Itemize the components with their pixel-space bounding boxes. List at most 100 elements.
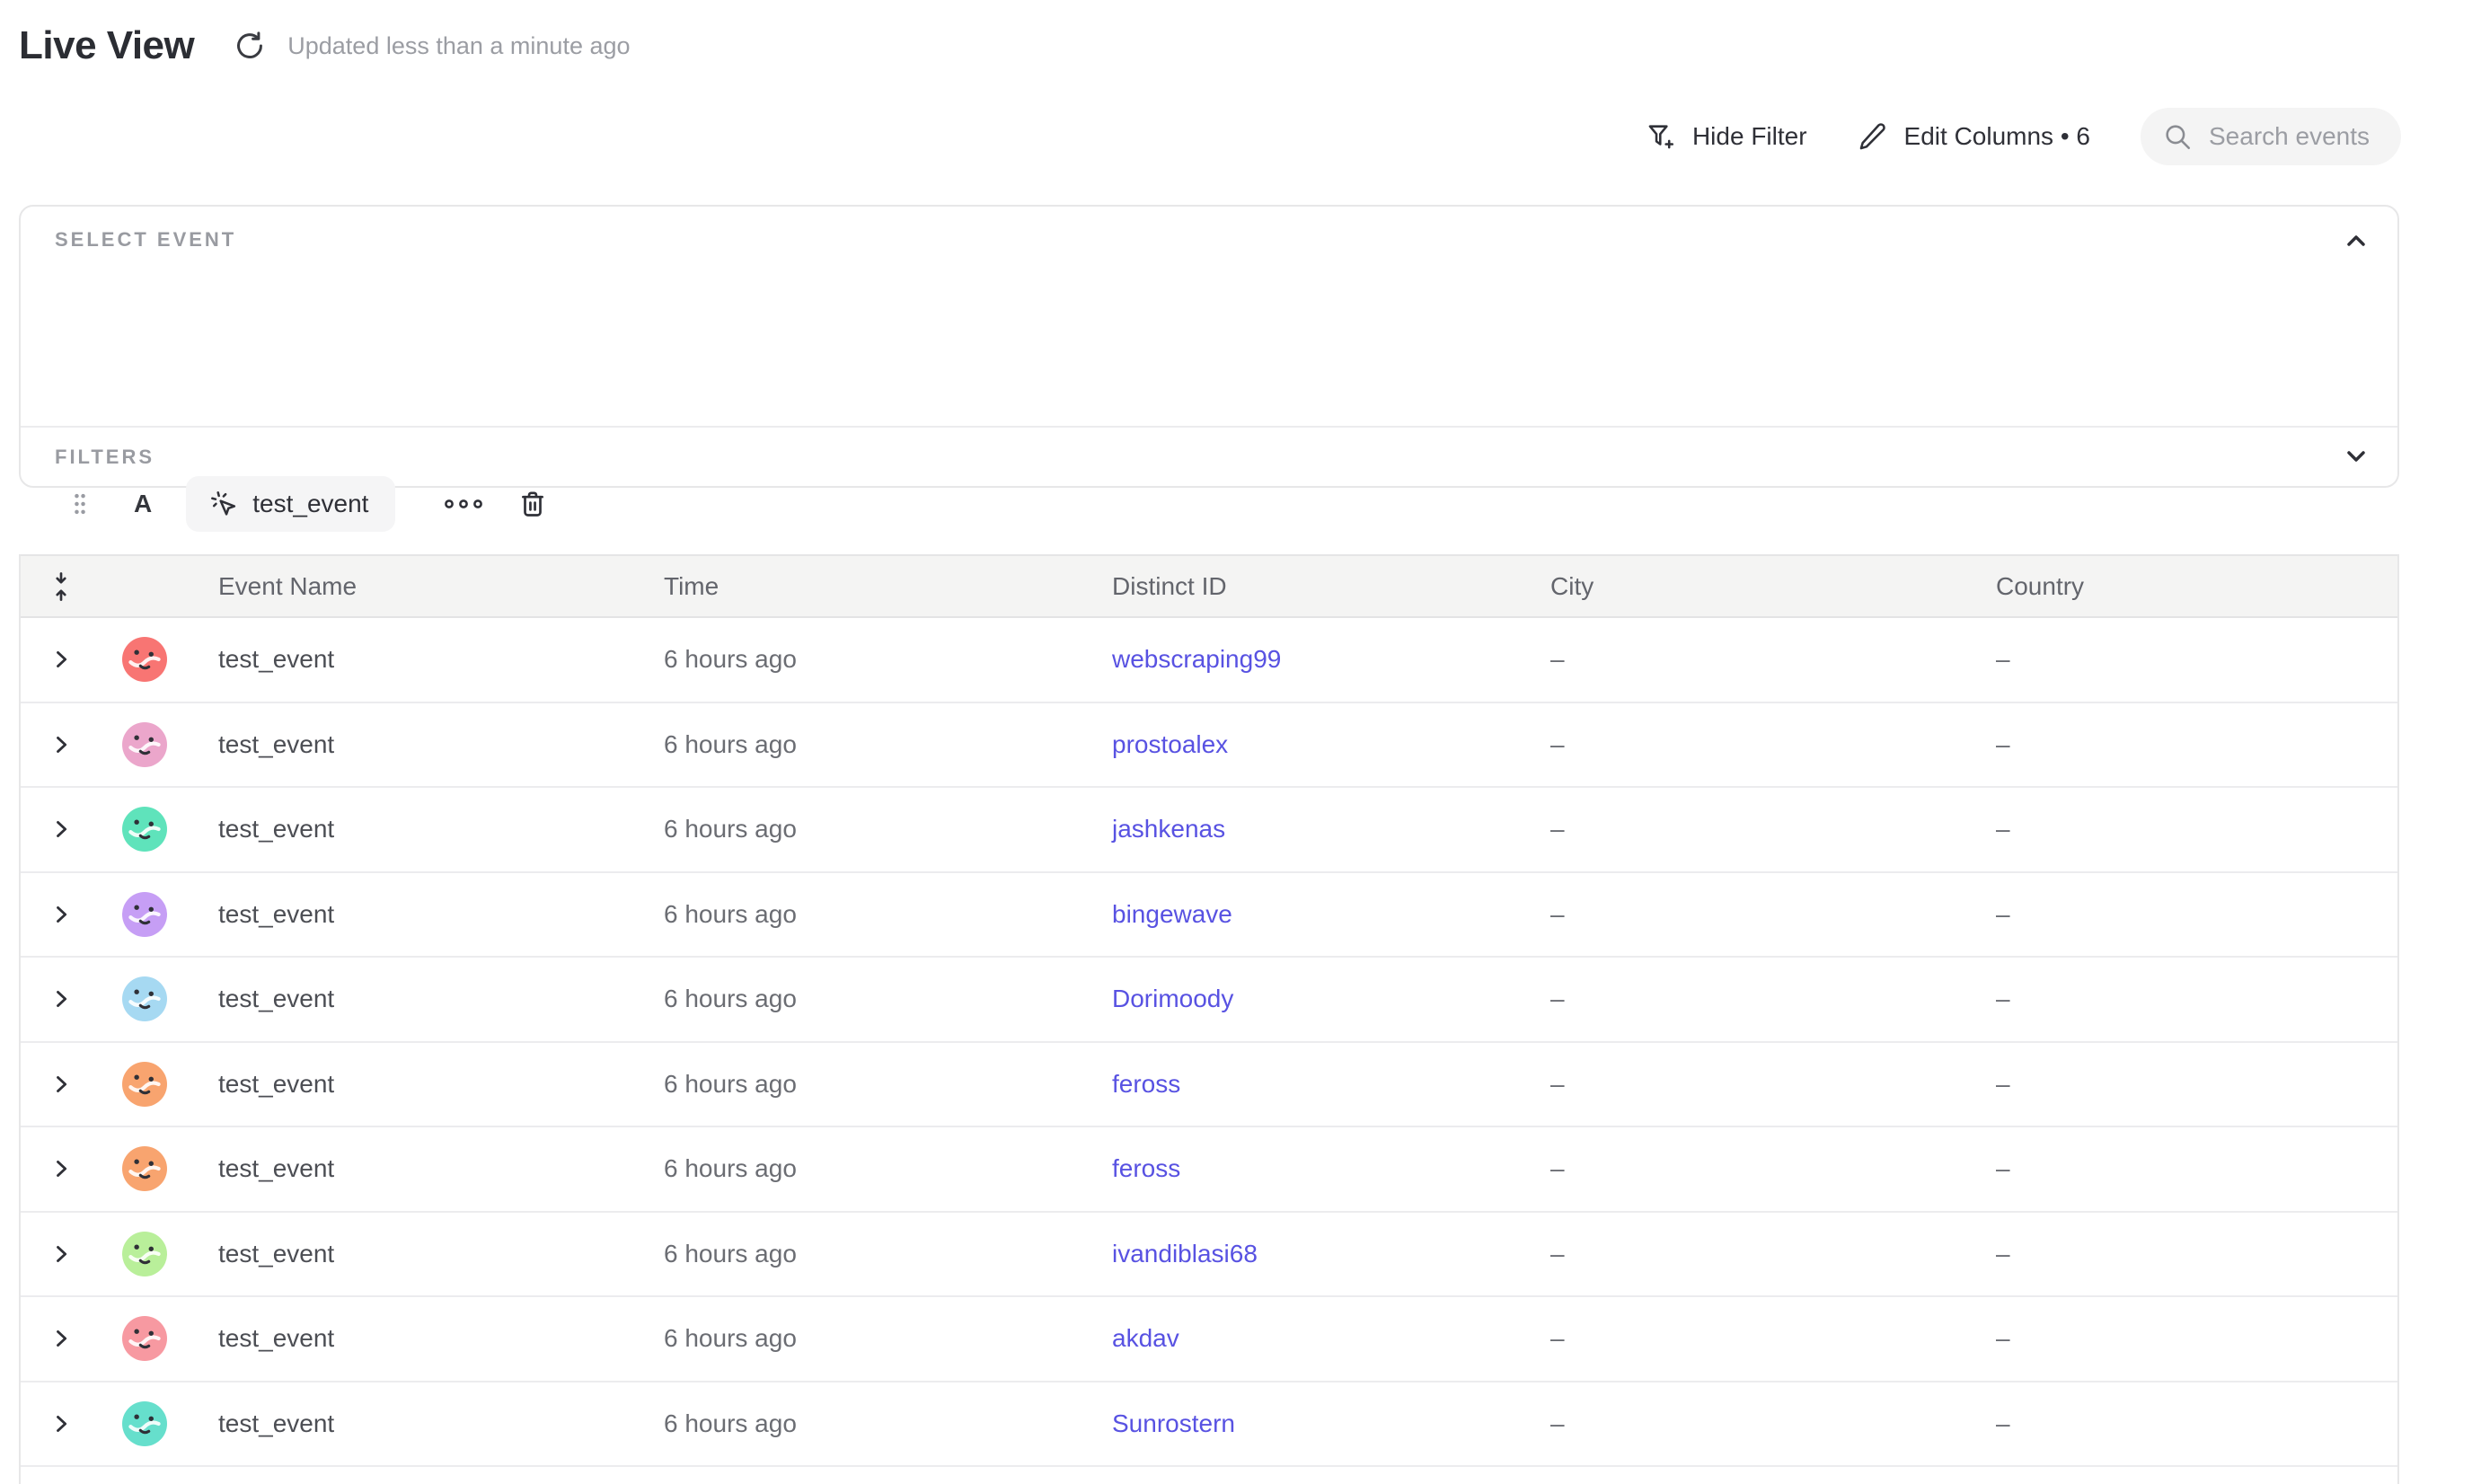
user-avatar [122,807,167,852]
expand-row-chevron-icon[interactable] [21,1411,102,1436]
event-table-row: test_event 6 hours ago prostoalex – – [21,703,2397,789]
user-avatar [122,1146,167,1191]
time-cell: 6 hours ago [646,1070,1094,1099]
expand-row-chevron-icon[interactable] [21,986,102,1011]
event-name-cell: test_event [200,815,646,844]
avatar-cell [102,637,200,682]
expand-filters-chevron-down-icon[interactable] [2342,442,2370,471]
search-icon [2162,121,2193,152]
refresh-button[interactable] [232,28,268,64]
city-cell: – [1532,900,1978,929]
hide-filter-button[interactable]: Hide Filter [1646,121,1807,152]
avatar-cell [102,807,200,852]
user-avatar [122,722,167,767]
event-table-row: test_event 6 hours ago webscraping99 – – [21,618,2397,703]
collapse-section-chevron-up-icon[interactable] [2342,226,2370,255]
column-header-city: City [1532,572,1978,601]
distinct-id-link[interactable]: prostoalex [1112,730,1228,758]
city-cell: – [1532,1409,1978,1438]
city-cell: – [1532,1154,1978,1183]
distinct-id-link[interactable]: webscraping99 [1112,645,1281,673]
search-box[interactable] [2141,108,2401,165]
time-cell: 6 hours ago [646,730,1094,759]
cursor-click-icon [209,490,238,518]
events-table: Event Name Time Distinct ID City Country… [19,554,2399,1484]
expand-row-chevron-icon[interactable] [21,647,102,672]
event-name-cell: test_event [200,1154,646,1183]
avatar-cell [102,1316,200,1361]
city-cell: – [1532,730,1978,759]
time-cell: 6 hours ago [646,900,1094,929]
edit-columns-button[interactable]: Edit Columns • 6 [1858,121,2090,152]
user-avatar [122,1232,167,1276]
avatar-cell [102,1401,200,1446]
user-avatar [122,1401,167,1446]
event-table-row: test_event 6 hours ago Dorimoody – – [21,958,2397,1043]
expand-row-chevron-icon[interactable] [21,902,102,927]
filters-section[interactable]: FILTERS [21,426,2397,486]
user-avatar [122,1062,167,1107]
filter-plus-icon [1646,121,1676,152]
country-cell: – [1978,900,2397,929]
column-header-event-name: Event Name [200,572,646,601]
toolbar: Hide Filter Edit Columns • 6 [1646,108,2401,165]
event-name-cell: test_event [200,645,646,674]
distinct-id-link[interactable]: feross [1112,1154,1180,1182]
event-name-cell: test_event [200,1409,646,1438]
user-avatar [122,1316,167,1361]
city-cell: – [1532,985,1978,1013]
city-cell: – [1532,1070,1978,1099]
event-name-cell: test_event [200,1070,646,1099]
user-avatar [122,976,167,1021]
collapse-all-rows-icon[interactable] [21,571,102,602]
country-cell: – [1978,730,2397,759]
time-cell: 6 hours ago [646,1324,1094,1353]
avatar-cell [102,1062,200,1107]
user-avatar [122,892,167,937]
expand-row-chevron-icon[interactable] [21,1072,102,1097]
table-header-row: Event Name Time Distinct ID City Country [21,554,2397,618]
more-options-icon[interactable] [435,489,492,519]
expand-row-chevron-icon[interactable] [21,732,102,757]
country-cell: – [1978,1154,2397,1183]
avatar-cell [102,1232,200,1276]
page-header: Live View Updated less than a minute ago [19,23,631,68]
time-cell: 6 hours ago [646,1409,1094,1438]
country-cell: – [1978,1409,2397,1438]
column-header-time: Time [646,572,1094,601]
search-input[interactable] [2209,122,2388,151]
expand-row-chevron-icon[interactable] [21,817,102,842]
expand-row-chevron-icon[interactable] [21,1156,102,1181]
event-name-cell: test_event [200,1324,646,1353]
distinct-id-link[interactable]: Sunrostern [1112,1409,1235,1437]
column-header-distinct-id: Distinct ID [1094,572,1532,601]
delete-event-trash-icon[interactable] [517,489,548,519]
event-name-cell: test_event [200,1240,646,1268]
event-table-row: test_event 6 hours ago bingewave – – [21,873,2397,958]
city-cell: – [1532,1240,1978,1268]
pencil-icon [1858,121,1888,152]
time-cell: 6 hours ago [646,1154,1094,1183]
distinct-id-link[interactable]: bingewave [1112,900,1232,928]
avatar-cell [102,892,200,937]
expand-row-chevron-icon[interactable] [21,1326,102,1351]
filters-section-label: FILTERS [55,446,154,469]
column-header-country: Country [1978,572,2397,601]
refresh-icon [234,30,266,62]
avatar-cell [102,1146,200,1191]
country-cell: – [1978,815,2397,844]
distinct-id-link[interactable]: akdav [1112,1324,1179,1352]
expand-row-chevron-icon[interactable] [21,1241,102,1267]
distinct-id-link[interactable]: feross [1112,1070,1180,1098]
time-cell: 6 hours ago [646,985,1094,1013]
drag-handle-icon[interactable] [71,492,89,516]
distinct-id-link[interactable]: jashkenas [1112,815,1225,843]
avatar-cell [102,722,200,767]
distinct-id-link[interactable]: ivandiblasi68 [1112,1240,1258,1268]
country-cell: – [1978,985,2397,1013]
event-table-row: test_event 6 hours ago akdav – – [21,1297,2397,1382]
avatar-cell [102,976,200,1021]
city-cell: – [1532,1324,1978,1353]
event-table-row: test_event 6 hours ago feross – – [21,1127,2397,1213]
distinct-id-link[interactable]: Dorimoody [1112,985,1233,1012]
